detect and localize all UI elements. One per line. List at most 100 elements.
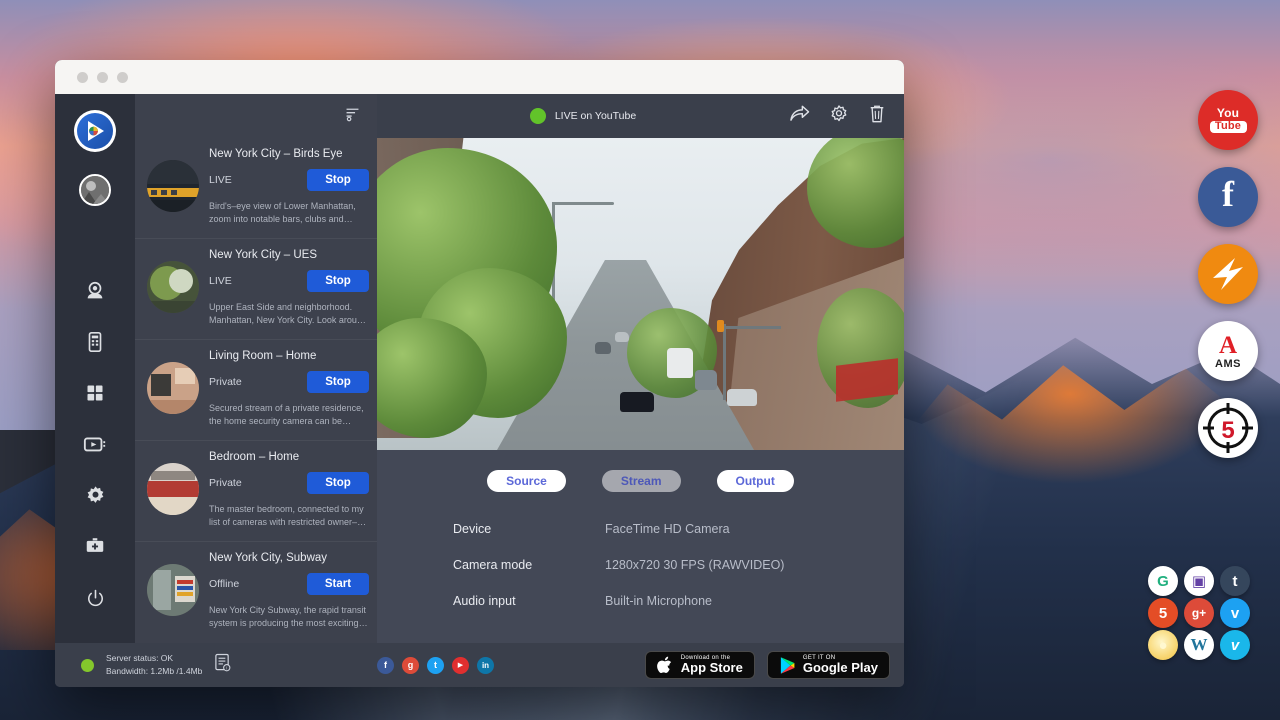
window-close-button[interactable] xyxy=(77,72,88,83)
tab-output[interactable]: Output xyxy=(717,470,794,492)
thumbnail-living-room-icon xyxy=(147,362,199,414)
youtube-link[interactable]: ▶ xyxy=(452,657,469,674)
camera-toggle-button[interactable]: Stop xyxy=(307,270,369,292)
status-bar: Server status: OK Bandwidth: 1.2Mb /1.4M… xyxy=(55,643,904,687)
tumblr-shortcut[interactable]: t xyxy=(1220,566,1250,596)
svg-text:i: i xyxy=(227,665,228,670)
twitch-shortcut[interactable]: ▣ xyxy=(1184,566,1214,596)
google-play-badge[interactable]: GET IT ON Google Play xyxy=(767,651,890,679)
app-logo[interactable] xyxy=(74,110,116,152)
camera-info: New York City – Birds Eye LIVE Stop Bird… xyxy=(209,148,369,226)
main-toolbar: LIVE on YouTube xyxy=(377,94,904,138)
facebook-shortcut[interactable]: f xyxy=(1198,167,1258,227)
sidebar-item-power[interactable] xyxy=(72,575,118,621)
google-play-main: Google Play xyxy=(803,661,878,675)
add-media-icon xyxy=(84,535,106,557)
youtube-shortcut[interactable]: You Tube xyxy=(1198,90,1258,150)
html5-shortcut[interactable]: 5 xyxy=(1148,598,1178,628)
table-row[interactable]: Bedroom – Home Private Stop The master b… xyxy=(135,441,377,542)
sidebar-item-add-media[interactable] xyxy=(72,523,118,569)
ams-label: AMS xyxy=(1215,359,1241,370)
wordpress-icon: W xyxy=(1191,635,1208,655)
tab-stream[interactable]: Stream xyxy=(602,470,681,492)
server-status-line: Server status: OK xyxy=(106,652,202,665)
camera-description: New York City Subway, the rapid transit … xyxy=(209,604,369,630)
thumbnail-bedroom-icon xyxy=(147,463,199,515)
property-key: Camera mode xyxy=(453,558,605,572)
gumroad-shortcut[interactable]: G xyxy=(1148,566,1178,596)
table-row[interactable]: New York City, Subway Offline Start New … xyxy=(135,542,377,642)
property-value[interactable]: FaceTime HD Camera xyxy=(605,522,730,536)
google-plus-shortcut[interactable]: g+ xyxy=(1184,598,1214,628)
window-minimize-button[interactable] xyxy=(97,72,108,83)
video-car-2 xyxy=(727,389,757,406)
property-value[interactable]: Built-in Microphone xyxy=(605,594,712,608)
camera-toggle-button[interactable]: Stop xyxy=(307,472,369,494)
table-row[interactable]: New York City – Birds Eye LIVE Stop Bird… xyxy=(135,138,377,239)
tumblr-icon: t xyxy=(1233,573,1238,590)
video-car-3 xyxy=(695,370,717,390)
vimeo-shortcut[interactable]: v xyxy=(1220,630,1250,660)
sun-icon: ● xyxy=(1158,637,1167,654)
camera-status-row: Private Stop xyxy=(209,371,369,393)
table-row[interactable]: New York City – UES LIVE Stop Upper East… xyxy=(135,239,377,340)
camera-status-row: LIVE Stop xyxy=(209,169,369,191)
adobe-ams-shortcut[interactable]: A AMS xyxy=(1198,321,1258,381)
camera-info: New York City, Subway Offline Start New … xyxy=(209,552,369,630)
camera-list[interactable]: New York City – Birds Eye LIVE Stop Bird… xyxy=(135,138,377,643)
status-badge: Private xyxy=(209,477,242,489)
camera-toggle-button[interactable]: Stop xyxy=(307,371,369,393)
avatar-photo-icon xyxy=(81,176,109,204)
twitter-shortcut[interactable]: ᴠ xyxy=(1220,598,1250,628)
five-target-shortcut[interactable]: 5 xyxy=(1198,398,1258,458)
server-status: Server status: OK Bandwidth: 1.2Mb /1.4M… xyxy=(55,652,377,678)
facebook-icon: f xyxy=(1222,176,1234,212)
video-preview[interactable] xyxy=(377,138,904,450)
social-links: f g t ▶ in xyxy=(377,657,645,674)
server-status-text: Server status: OK Bandwidth: 1.2Mb /1.4M… xyxy=(106,652,202,678)
camera-thumbnail xyxy=(147,463,199,515)
property-row-device: Device FaceTime HD Camera xyxy=(453,522,904,536)
share-button[interactable] xyxy=(789,104,810,128)
gear-icon xyxy=(85,485,106,506)
add-camera-button[interactable]: + Add Camera xyxy=(135,642,377,643)
camera-toggle-button[interactable]: Stop xyxy=(307,169,369,191)
twitter-link[interactable]: t xyxy=(427,657,444,674)
video-streetlamp-arm xyxy=(552,202,614,205)
device-icon xyxy=(84,331,106,353)
app-store-badge[interactable]: Download on the App Store xyxy=(645,651,755,679)
camera-list-panel: New York City – Birds Eye LIVE Stop Bird… xyxy=(135,94,377,643)
google-plus-icon: g xyxy=(408,660,414,670)
sidebar-rail xyxy=(55,94,135,643)
media-icon xyxy=(83,432,107,456)
sidebar-item-devices[interactable] xyxy=(72,319,118,365)
status-badge: Offline xyxy=(209,578,239,590)
sidebar-item-settings[interactable] xyxy=(72,472,118,518)
sort-filter-button[interactable] xyxy=(344,105,361,127)
target-icon: 5 xyxy=(1201,401,1255,455)
sidebar-item-cameras[interactable] xyxy=(72,268,118,314)
delete-button[interactable] xyxy=(868,104,886,129)
sidebar-item-dashboard[interactable] xyxy=(72,370,118,416)
table-row[interactable]: Living Room – Home Private Stop Secured … xyxy=(135,340,377,441)
facebook-link[interactable]: f xyxy=(377,657,394,674)
avatar[interactable] xyxy=(79,174,111,206)
camera-toggle-button[interactable]: Start xyxy=(307,573,369,595)
property-row-camera-mode: Camera mode 1280x720 30 FPS (RAWVIDEO) xyxy=(453,558,904,572)
properties-list: Device FaceTime HD Camera Camera mode 12… xyxy=(377,492,904,630)
status-badge: LIVE xyxy=(209,275,232,287)
property-value[interactable]: 1280x720 30 FPS (RAWVIDEO) xyxy=(605,558,784,572)
tab-source[interactable]: Source xyxy=(487,470,566,492)
log-button[interactable]: i xyxy=(214,653,231,677)
wowza-shortcut[interactable] xyxy=(1198,244,1258,304)
window-zoom-button[interactable] xyxy=(117,72,128,83)
google-plus-link[interactable]: g xyxy=(402,657,419,674)
camera-icon xyxy=(84,280,106,302)
settings-button[interactable] xyxy=(829,104,849,129)
sun-shortcut[interactable]: ● xyxy=(1148,630,1178,660)
sidebar-item-media[interactable] xyxy=(72,421,118,467)
linkedin-link[interactable]: in xyxy=(477,657,494,674)
wordpress-shortcut[interactable]: W xyxy=(1184,630,1214,660)
camera-description: Bird's–eye view of Lower Manhattan, zoom… xyxy=(209,200,369,226)
video-car-1 xyxy=(620,392,654,412)
